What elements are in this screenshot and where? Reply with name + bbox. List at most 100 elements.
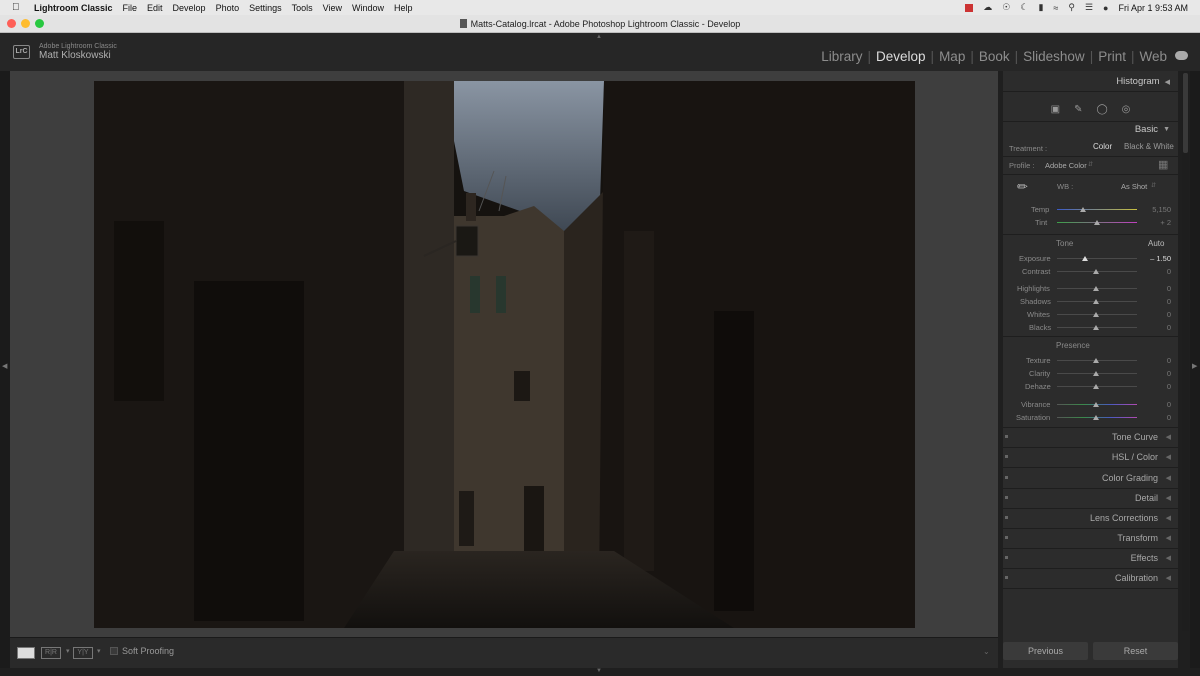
menu-settings[interactable]: Settings (249, 3, 282, 13)
texture-slider-thumb[interactable] (1093, 358, 1099, 363)
calibration-panel-header[interactable]: Calibration ◀ (1003, 568, 1178, 588)
module-develop[interactable]: Develop (873, 49, 929, 64)
creative-cloud-icon[interactable]: ☁ (983, 2, 992, 13)
menu-view[interactable]: View (323, 3, 342, 13)
texture-value[interactable]: 0 (1143, 356, 1171, 365)
panel-switch-icon[interactable] (1005, 435, 1008, 438)
tone-curve-panel-header[interactable]: Tone Curve ◀ (1003, 427, 1178, 447)
saturation-value[interactable]: 0 (1143, 413, 1171, 422)
menu-file[interactable]: File (123, 3, 138, 13)
module-web[interactable]: Web (1136, 49, 1170, 64)
scrollbar-thumb[interactable] (1183, 73, 1188, 153)
whites-value[interactable]: 0 (1143, 310, 1171, 319)
shadows-value[interactable]: 0 (1143, 297, 1171, 306)
profile-dropdown[interactable]: Adobe Color (1045, 161, 1087, 170)
panel-switch-icon[interactable] (1005, 455, 1008, 458)
record-icon[interactable] (965, 3, 974, 12)
cloud-sync-icon[interactable] (1175, 51, 1188, 60)
blacks-value[interactable]: 0 (1143, 323, 1171, 332)
focus-moon-icon[interactable]: ☾ (1020, 2, 1028, 13)
treatment-bw-option[interactable]: Black & White (1124, 142, 1174, 151)
temp-value[interactable]: 5,150 (1143, 205, 1171, 214)
menu-help[interactable]: Help (394, 3, 413, 13)
saturation-slider-thumb[interactable] (1093, 415, 1099, 420)
exposure-slider-track[interactable] (1057, 258, 1137, 259)
wb-dropdown-icon[interactable]: ⇵ (1151, 182, 1156, 189)
profile-browser-grid-icon[interactable]: ▦ (1158, 158, 1168, 171)
wb-eyedropper-icon[interactable]: ✏ (1017, 179, 1028, 195)
panel-switch-icon[interactable] (1005, 496, 1008, 499)
transform-panel-header[interactable]: Transform ◀ (1003, 528, 1178, 548)
clarity-value[interactable]: 0 (1143, 369, 1171, 378)
reset-button[interactable]: Reset (1093, 642, 1178, 660)
battery-icon[interactable]: ▮ (1038, 2, 1043, 13)
healing-brush-icon[interactable]: ✎ (1074, 104, 1082, 115)
wb-dropdown[interactable]: As Shot (1121, 182, 1147, 191)
dehaze-value[interactable]: 0 (1143, 382, 1171, 391)
red-eye-icon[interactable]: ◯ (1096, 104, 1107, 115)
tone-auto-button[interactable]: Auto (1148, 239, 1164, 248)
profile-dropdown-icon[interactable]: ⇵ (1088, 161, 1093, 168)
exposure-value[interactable]: – 1.50 (1143, 254, 1171, 263)
left-panel-toggle-icon[interactable]: ◀ (2, 362, 7, 370)
color-grading-panel-header[interactable]: Color Grading ◀ (1003, 468, 1178, 488)
soft-proofing-checkbox[interactable] (110, 647, 118, 655)
basic-header[interactable]: Basic ▼ (1135, 124, 1170, 135)
vibrance-value[interactable]: 0 (1143, 400, 1171, 409)
whites-slider-thumb[interactable] (1093, 312, 1099, 317)
tint-value[interactable]: + 2 (1143, 218, 1171, 227)
wifi-icon[interactable]: ≈ (1053, 3, 1058, 13)
crop-tool-icon[interactable]: ▣ (1051, 104, 1060, 115)
zoom-window-button[interactable] (35, 19, 44, 28)
panel-switch-icon[interactable] (1005, 516, 1008, 519)
module-library[interactable]: Library (818, 49, 865, 64)
menu-photo[interactable]: Photo (216, 3, 240, 13)
top-panel-toggle-icon[interactable]: ▲ (596, 34, 602, 40)
close-window-button[interactable] (7, 19, 16, 28)
histogram-header[interactable]: Histogram ◀ (1116, 76, 1170, 87)
temp-slider-track[interactable] (1057, 209, 1137, 210)
loupe-view-button[interactable] (17, 647, 35, 659)
panel-switch-icon[interactable] (1005, 536, 1008, 539)
vibrance-slider-thumb[interactable] (1093, 402, 1099, 407)
blacks-slider-thumb[interactable] (1093, 325, 1099, 330)
menu-edit[interactable]: Edit (147, 3, 163, 13)
search-icon[interactable]: ⚲ (1068, 2, 1075, 13)
module-map[interactable]: Map (936, 49, 968, 64)
module-print[interactable]: Print (1095, 49, 1129, 64)
treatment-color-option[interactable]: Color (1093, 142, 1112, 151)
detail-panel-header[interactable]: Detail ◀ (1003, 488, 1178, 508)
menu-datetime[interactable]: Fri Apr 1 9:53 AM (1118, 3, 1188, 13)
module-slideshow[interactable]: Slideshow (1020, 49, 1088, 64)
menu-develop[interactable]: Develop (173, 3, 206, 13)
clarity-slider-thumb[interactable] (1093, 371, 1099, 376)
menu-app[interactable]: Lightroom Classic (34, 3, 113, 13)
menu-tools[interactable]: Tools (292, 3, 313, 13)
contrast-slider-thumb[interactable] (1093, 269, 1099, 274)
contrast-value[interactable]: 0 (1143, 267, 1171, 276)
effects-panel-header[interactable]: Effects ◀ (1003, 548, 1178, 568)
panel-switch-icon[interactable] (1005, 556, 1008, 559)
previous-button[interactable]: Previous (1003, 642, 1088, 660)
masking-icon[interactable]: ◎ (1122, 104, 1131, 115)
photo-preview[interactable] (94, 81, 915, 628)
shadows-slider-thumb[interactable] (1093, 299, 1099, 304)
panel-switch-icon[interactable] (1005, 576, 1008, 579)
screen-record-icon[interactable]: ☉ (1002, 2, 1010, 13)
hsl-color-panel-header[interactable]: HSL / Color ◀ (1003, 447, 1178, 467)
siri-icon[interactable]: ● (1103, 3, 1108, 13)
right-panel-toggle-icon[interactable]: ▶ (1192, 362, 1197, 370)
soft-proofing-toggle[interactable]: Soft Proofing (110, 646, 174, 656)
menu-window[interactable]: Window (352, 3, 384, 13)
lens-corrections-panel-header[interactable]: Lens Corrections ◀ (1003, 508, 1178, 528)
control-center-icon[interactable]: ☰ (1085, 2, 1093, 13)
before-after-left-right-button[interactable]: R|R (41, 647, 61, 659)
minimize-window-button[interactable] (21, 19, 30, 28)
before-after-top-bottom-button[interactable]: Y|Y (73, 647, 93, 659)
panel-scrollbar[interactable] (1182, 71, 1189, 631)
highlights-value[interactable]: 0 (1143, 284, 1171, 293)
exposure-slider-thumb[interactable] (1082, 256, 1088, 261)
module-book[interactable]: Book (976, 49, 1013, 64)
panel-switch-icon[interactable] (1005, 476, 1008, 479)
dehaze-slider-thumb[interactable] (1093, 384, 1099, 389)
